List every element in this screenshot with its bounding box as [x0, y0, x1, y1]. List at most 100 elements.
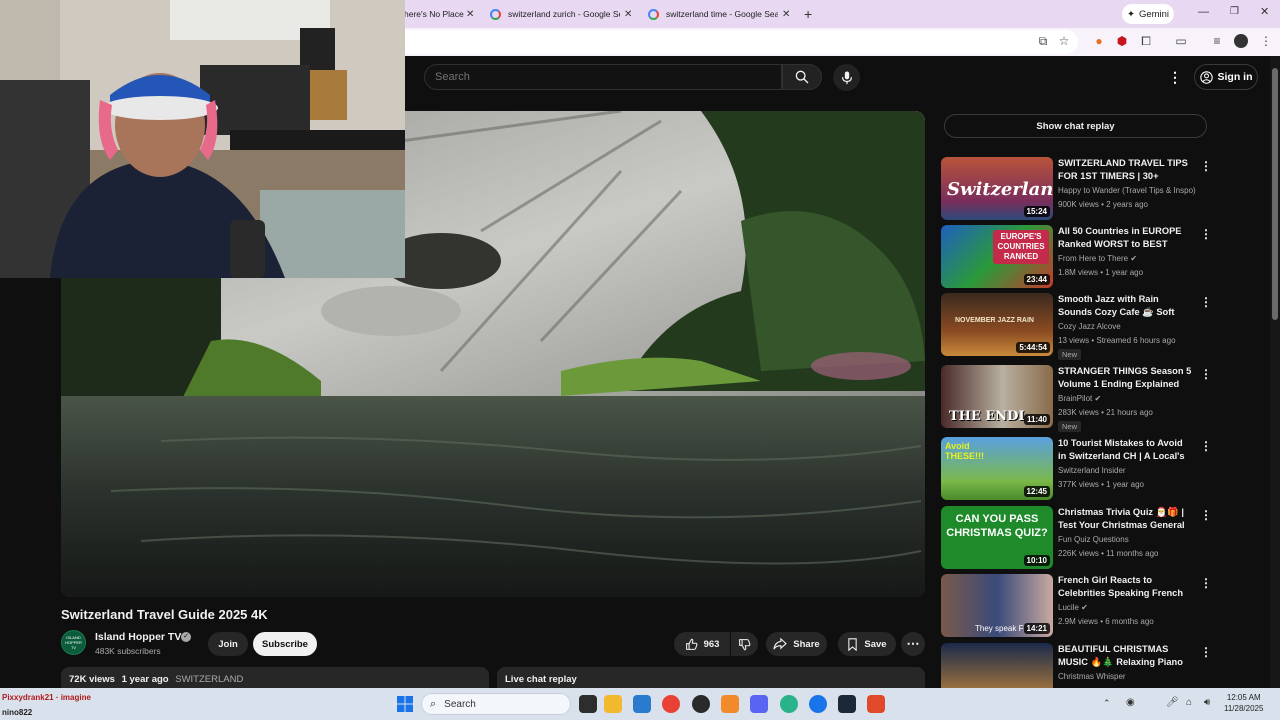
like-button[interactable]: 963: [674, 632, 730, 656]
video-title[interactable]: All 50 Countries in EUROPE Ranked WORST …: [1058, 225, 1193, 251]
more-options-icon[interactable]: ⋮: [1200, 508, 1212, 522]
join-button[interactable]: Join: [208, 632, 248, 656]
sign-in-button[interactable]: Sign in: [1194, 64, 1258, 90]
channel-name[interactable]: BrainPilot ✔: [1058, 394, 1101, 403]
tab-close-icon[interactable]: ✕: [782, 9, 790, 20]
minimize-icon[interactable]: —: [1198, 6, 1209, 18]
more-options-icon[interactable]: ⋮: [1200, 159, 1212, 173]
chrome-icon[interactable]: [662, 695, 680, 713]
more-options-icon[interactable]: ⋮: [1200, 645, 1211, 659]
channel-name[interactable]: Cozy Jazz Alcove: [1058, 322, 1121, 331]
obs-icon[interactable]: [692, 695, 710, 713]
store-icon[interactable]: [633, 695, 651, 713]
recommended-video[interactable]: Switzerland 15:24 SWITZERLAND TRAVEL TIP…: [941, 157, 1212, 223]
tab-close-icon[interactable]: ✕: [466, 9, 474, 20]
task-view-icon[interactable]: [579, 695, 597, 713]
chrome-active-icon[interactable]: [809, 695, 827, 713]
profile-avatar[interactable]: [1234, 34, 1248, 48]
video-thumbnail[interactable]: Switzerland 15:24: [941, 157, 1053, 220]
dislike-button[interactable]: [731, 632, 758, 656]
chrome-menu-icon[interactable]: ⋮: [1259, 34, 1273, 48]
video-title[interactable]: French Girl Reacts to Celebrities Speaki…: [1058, 574, 1193, 600]
video-thumbnail[interactable]: Avoid THESE!!! 12:45: [941, 437, 1053, 500]
gemini-button[interactable]: ✦ Gemini: [1122, 4, 1174, 24]
discord-icon[interactable]: [750, 695, 768, 713]
description-box[interactable]: 72K views 1 year ago SWITZERLAND: [61, 667, 489, 689]
extensions-puzzle-icon[interactable]: ⧠: [1139, 34, 1153, 48]
adblock-icon[interactable]: ⬢: [1115, 34, 1129, 48]
recommended-video[interactable]: BEAUTIFUL CHRISTMAS MUSIC 🔥🎄 Relaxing Pi…: [941, 643, 1211, 688]
restore-icon[interactable]: ❐: [1230, 6, 1239, 17]
tab-switzerland-time[interactable]: switzerland time - Google Sear ✕: [648, 4, 798, 24]
share-button[interactable]: Share: [766, 632, 827, 656]
recommended-video[interactable]: THE ENDI 11:40 STRANGER THINGS Season 5 …: [941, 365, 1212, 432]
tab-switzerland-zurich[interactable]: switzerland zurich - Google Sea ✕: [490, 4, 640, 24]
channel-name[interactable]: Fun Quiz Questions: [1058, 535, 1129, 544]
scrollbar-thumb[interactable]: [1272, 68, 1278, 320]
tab-place[interactable]: here's No Place ✕: [404, 4, 484, 24]
video-thumbnail[interactable]: [941, 643, 1053, 688]
video-title[interactable]: SWITZERLAND TRAVEL TIPS FOR 1ST TIMERS |…: [1058, 157, 1193, 184]
video-tag[interactable]: SWITZERLAND: [175, 674, 243, 685]
video-thumbnail[interactable]: They speak F 14:21: [941, 574, 1053, 637]
tray-chevron-icon[interactable]: ⌃: [1103, 698, 1111, 709]
more-options-icon[interactable]: ⋮: [1200, 227, 1212, 241]
chrome-profile-icon[interactable]: [780, 695, 798, 713]
video-thumbnail[interactable]: NOVEMBER JAZZ RAIN 5:44:54: [941, 293, 1053, 356]
reading-list-icon[interactable]: ≡: [1210, 34, 1224, 48]
taskbar-clock[interactable]: 12:05 AM 11/28/2025: [1224, 692, 1263, 714]
voice-search-button[interactable]: [833, 64, 860, 91]
steam-icon[interactable]: [838, 695, 856, 713]
search-button[interactable]: [782, 64, 822, 90]
video-title[interactable]: Smooth Jazz with Rain Sounds Cozy Cafe ☕…: [1058, 293, 1193, 320]
recommended-video[interactable]: EUROPE'S COUNTRIES RANKED 23:44 All 50 C…: [941, 225, 1212, 291]
video-title[interactable]: Christmas Trivia Quiz 🎅🎁 | Test Your Chr…: [1058, 506, 1193, 533]
recommended-video[interactable]: NOVEMBER JAZZ RAIN 5:44:54 Smooth Jazz w…: [941, 293, 1212, 360]
settings-menu-icon[interactable]: ⋮: [1168, 68, 1182, 86]
save-button[interactable]: Save: [838, 632, 896, 656]
recommended-video[interactable]: They speak F 14:21 French Girl Reacts to…: [941, 574, 1212, 640]
network-icon[interactable]: ⌂: [1186, 697, 1192, 708]
channel-name[interactable]: Lucile ✔: [1058, 603, 1088, 612]
video-title[interactable]: STRANGER THINGS Season 5 Volume 1 Ending…: [1058, 365, 1193, 391]
show-chat-replay-button[interactable]: Show chat replay: [944, 114, 1207, 138]
subscribe-button[interactable]: Subscribe: [253, 632, 317, 656]
recommended-video[interactable]: Avoid THESE!!! 12:45 10 Tourist Mistakes…: [941, 437, 1212, 503]
windows-start-icon[interactable]: [396, 695, 414, 713]
more-actions-icon[interactable]: ⋯: [901, 632, 925, 656]
video-thumbnail[interactable]: THE ENDI 11:40: [941, 365, 1053, 428]
verified-icon: ✔: [1094, 394, 1102, 403]
channel-name[interactable]: Switzerland Insider: [1058, 466, 1126, 475]
app-red-icon[interactable]: [867, 695, 885, 713]
file-explorer-icon[interactable]: [604, 695, 622, 713]
live-chat-replay-header[interactable]: Live chat replay: [497, 667, 925, 689]
tray-app-icon[interactable]: ◉: [1126, 697, 1135, 708]
channel-name[interactable]: Christmas Whisper: [1058, 672, 1126, 681]
window-close-icon[interactable]: ✕: [1260, 5, 1269, 18]
volume-icon[interactable]: 🔊︎: [1204, 697, 1210, 708]
bookmark-star-icon[interactable]: ☆: [1057, 34, 1071, 48]
search-input[interactable]: [425, 65, 781, 89]
app-icon[interactable]: [721, 695, 739, 713]
video-thumbnail[interactable]: CAN YOU PASS CHRISTMAS QUIZ? 10:10: [941, 506, 1053, 569]
channel-name[interactable]: Happy to Wander (Travel Tips & Inspo): [1058, 186, 1196, 195]
extension-icon[interactable]: ●: [1092, 34, 1106, 48]
channel-name[interactable]: Island Hopper TV: [95, 631, 181, 643]
channel-name[interactable]: From Here to There ✔: [1058, 254, 1137, 263]
video-title[interactable]: BEAUTIFUL CHRISTMAS MUSIC 🔥🎄 Relaxing Pi…: [1058, 643, 1193, 670]
video-title[interactable]: 10 Tourist Mistakes to Avoid in Switzerl…: [1058, 437, 1193, 464]
recommended-video[interactable]: CAN YOU PASS CHRISTMAS QUIZ? 10:10 Chris…: [941, 506, 1212, 572]
tab-close-icon[interactable]: ✕: [624, 9, 632, 20]
install-app-icon[interactable]: ⧉: [1036, 34, 1050, 48]
taskbar-search[interactable]: ⌕ Search: [421, 693, 571, 715]
more-options-icon[interactable]: ⋮: [1200, 439, 1212, 453]
channel-avatar[interactable]: ISLAND HOPPER TV: [61, 630, 86, 655]
new-tab-icon[interactable]: +: [804, 6, 812, 22]
more-options-icon[interactable]: ⋮: [1200, 576, 1212, 590]
more-options-icon[interactable]: ⋮: [1200, 367, 1212, 381]
video-thumbnail[interactable]: EUROPE'S COUNTRIES RANKED 23:44: [941, 225, 1053, 288]
search-box[interactable]: [424, 64, 782, 90]
cast-icon[interactable]: ▭: [1174, 34, 1188, 48]
more-options-icon[interactable]: ⋮: [1200, 295, 1212, 309]
microphone-tray-icon[interactable]: 🎤︎: [1166, 697, 1179, 708]
